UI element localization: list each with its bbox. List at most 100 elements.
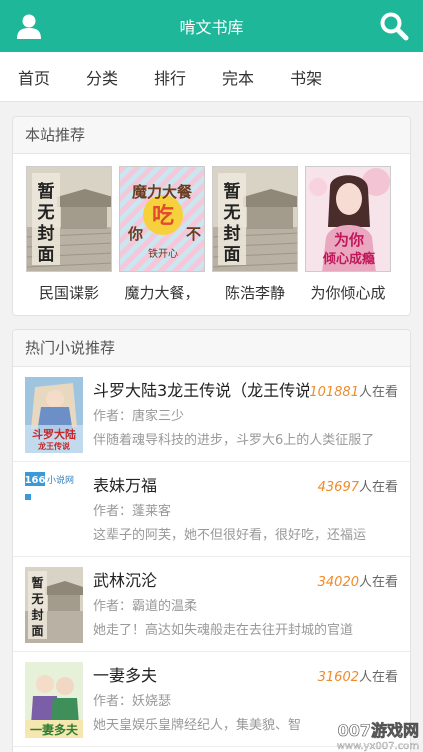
site-watermark: 007游戏网 www.yx007.com [337, 721, 420, 752]
svg-text:封: 封 [31, 607, 43, 622]
recommend-list: 暂 无 封 面 民国谍影 吃 魔力大餐 你 不 铁开心 魔力大餐， 暂 无 封 … [13, 154, 410, 303]
reader-count: 43697人在看 [318, 476, 398, 495]
watermark-url: www.yx007.com [337, 741, 419, 752]
svg-text:暂: 暂 [31, 575, 43, 590]
nav-completed[interactable]: 完本 [222, 65, 254, 89]
reader-suffix: 人在看 [358, 385, 398, 400]
reader-number: 101881 [309, 385, 359, 400]
reader-suffix: 人在看 [358, 575, 398, 590]
svg-text:你: 你 [127, 225, 143, 243]
nav-category[interactable]: 分类 [86, 65, 118, 89]
no-cover-image: 暂 无 封 面 [25, 567, 83, 643]
author-label: 作者： [93, 694, 133, 709]
reader-count: 31602人在看 [318, 666, 398, 685]
book-info: 斗罗大陆3龙王传说（龙王传说） 101881人在看 作者：唐家三少 伴随着魂导科… [93, 377, 398, 453]
cover-image: 为你 倾心成瘾 [306, 167, 390, 271]
hot-list-item[interactable]: 斗罗大陆 龙王传说 斗罗大陆3龙王传说（龙王传说） 101881人在看 作者：唐… [13, 367, 410, 462]
reader-suffix: 人在看 [358, 670, 398, 685]
book-cover[interactable]: 为你 倾心成瘾 [305, 166, 391, 272]
nav-home[interactable]: 首页 [18, 65, 50, 89]
book-title[interactable]: 一妻多夫 [93, 662, 157, 686]
book-thumbnail[interactable]: 斗罗大陆 龙王传说 [25, 377, 83, 453]
reader-suffix: 人在看 [358, 480, 398, 495]
recommend-book[interactable]: 暂 无 封 面 民国谍影 [25, 166, 113, 303]
cover-image: 一妻多夫 [25, 662, 83, 738]
svg-text:封: 封 [224, 223, 241, 244]
reader-number: 34020 [317, 575, 359, 590]
recommend-book[interactable]: 吃 魔力大餐 你 不 铁开心 魔力大餐， [118, 166, 206, 303]
book-author: 作者：霸道的温柔 [93, 595, 398, 617]
svg-text:为你: 为你 [334, 231, 364, 249]
svg-text:面: 面 [31, 624, 43, 638]
recommend-book-title[interactable]: 民国谍影 [25, 282, 113, 303]
no-cover-image: 暂 无 封 面 [27, 167, 111, 271]
svg-text:无: 无 [30, 592, 43, 606]
book-description: 伴随着魂导科技的进步，斗罗大6上的人类征服了 [93, 433, 375, 448]
hot-heading: 热门小说推荐 [13, 330, 410, 367]
cover-image: 斗罗大陆 龙王传说 [25, 377, 83, 453]
svg-text:魔力大餐: 魔力大餐 [132, 183, 193, 201]
search-icon[interactable] [379, 11, 409, 41]
svg-text:不: 不 [186, 225, 201, 243]
svg-text:暂: 暂 [224, 181, 241, 202]
book-cover[interactable]: 吃 魔力大餐 你 不 铁开心 [119, 166, 205, 272]
recommend-book[interactable]: 暂 无 封 面 陈浩李静 [211, 166, 299, 303]
book-info: 表妹万福 43697人在看 作者：蓬莱客 这辈子的阿芙，她不但很好看，很好吃，还… [93, 472, 398, 548]
cover-image: 166 小说网 [25, 472, 83, 548]
recommend-book[interactable]: 为你 倾心成瘾 为你倾心成 [304, 166, 392, 303]
svg-text:封: 封 [38, 223, 55, 244]
svg-text:龙王传说: 龙王传说 [37, 441, 70, 451]
recommend-panel: 本站推荐 暂 无 封 面 民国谍影 吃 魔力大餐 你 不 铁开心 魔力大餐， 暂… [12, 116, 411, 316]
svg-text:面: 面 [38, 245, 55, 265]
app-title: 啃文书库 [179, 18, 244, 37]
hot-list-item[interactable]: 暂 无 封 面 武林沉沦 34020人在看 作者：霸道的温柔 她走了！高达如失魂… [13, 557, 410, 652]
author-name: 蓬莱客 [132, 504, 172, 519]
nav-bookshelf[interactable]: 书架 [290, 65, 322, 89]
book-thumbnail[interactable]: 暂 无 封 面 [25, 567, 83, 643]
hot-list-item[interactable]: 166 小说网 表妹万福 43697人在看 作者：蓬莱客 这辈子的阿芙，她不但很… [13, 462, 410, 557]
recommend-book-title[interactable]: 魔力大餐， [118, 282, 206, 303]
author-label: 作者： [93, 409, 133, 424]
book-author: 作者：唐家三少 [93, 405, 398, 427]
watermark-text: 007游戏网 [338, 721, 419, 740]
svg-text:面: 面 [224, 245, 241, 265]
book-thumbnail[interactable]: 166 小说网 [25, 472, 83, 548]
cover-image: 吃 魔力大餐 你 不 铁开心 [120, 167, 204, 271]
book-description: 这辈子的阿芙，她不但很好看，很好吃，还福运 [93, 528, 367, 543]
book-author: 作者：蓬莱客 [93, 500, 398, 522]
book-title[interactable]: 武林沉沦 [93, 567, 157, 591]
svg-text:一妻多夫: 一妻多夫 [30, 722, 79, 737]
book-title[interactable]: 表妹万福 [93, 472, 157, 496]
svg-text:倾心成瘾: 倾心成瘾 [322, 251, 375, 267]
no-cover-image: 暂 无 封 面 [213, 167, 297, 271]
hot-panel: 热门小说推荐 斗罗大陆 龙王传说 斗罗大陆3龙王传说（龙王传说） 101881人… [12, 329, 411, 752]
recommend-book-title[interactable]: 陈浩李静 [211, 282, 299, 303]
svg-text:斗罗大陆: 斗罗大陆 [32, 427, 76, 441]
svg-text:166: 166 [25, 475, 45, 486]
book-description: 她走了！高达如失魂般走在去往开封城的官道 [93, 623, 354, 638]
svg-text:无: 无 [223, 203, 241, 223]
svg-text:吃: 吃 [152, 203, 174, 229]
book-cover[interactable]: 暂 无 封 面 [212, 166, 298, 272]
reader-count: 101881人在看 [309, 381, 398, 400]
author-label: 作者： [93, 504, 133, 519]
author-label: 作者： [93, 599, 133, 614]
reader-count: 34020人在看 [318, 571, 398, 590]
book-thumbnail[interactable]: 一妻多夫 [25, 662, 83, 738]
cover-text: 暂 [38, 181, 55, 202]
cover-author: 铁开心 [148, 247, 178, 260]
main-nav: 首页 分类 排行 完本 书架 [0, 52, 423, 102]
book-author: 作者：妖娆瑟 [93, 690, 398, 712]
user-icon[interactable] [16, 13, 42, 39]
recommend-heading: 本站推荐 [13, 117, 410, 154]
book-info: 武林沉沦 34020人在看 作者：霸道的温柔 她走了！高达如失魂般走在去往开封城… [93, 567, 398, 643]
nav-ranking[interactable]: 排行 [154, 65, 186, 89]
author-name: 霸道的温柔 [132, 599, 198, 614]
author-name: 妖娆瑟 [132, 694, 172, 709]
reader-number: 31602 [317, 670, 359, 685]
svg-text:无: 无 [37, 203, 55, 223]
reader-number: 43697 [317, 480, 359, 495]
book-title[interactable]: 斗罗大陆3龙王传说（龙王传说） [93, 377, 309, 401]
book-cover[interactable]: 暂 无 封 面 [26, 166, 112, 272]
recommend-book-title[interactable]: 为你倾心成 [304, 282, 392, 303]
